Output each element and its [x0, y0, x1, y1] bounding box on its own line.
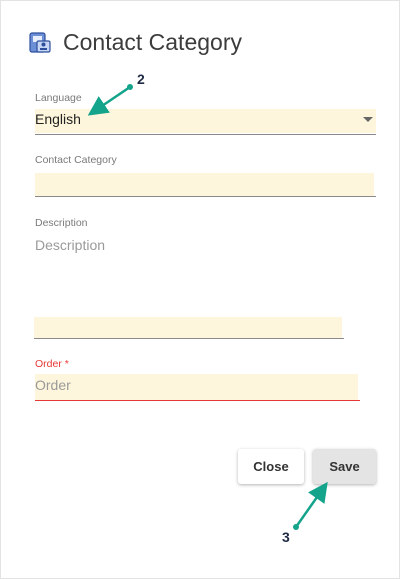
annotation-marker-3: 3 [282, 529, 290, 545]
contact-category-label: Contact Category [35, 154, 117, 166]
order-input[interactable] [35, 374, 358, 400]
language-underline [35, 134, 376, 135]
save-button[interactable]: Save [313, 449, 376, 484]
description-label: Description [35, 217, 88, 229]
order-label: Order * [35, 358, 69, 370]
dropdown-caret-icon[interactable] [363, 117, 373, 122]
contact-category-dialog: Contact Category Language English Contac… [0, 0, 400, 579]
close-button[interactable]: Close [238, 449, 304, 484]
dialog-title: Contact Category [63, 28, 242, 55]
contact-category-underline [35, 196, 376, 197]
description-textarea[interactable] [34, 317, 342, 338]
language-select[interactable] [35, 109, 376, 133]
order-underline [35, 400, 360, 401]
annotation-marker-2: 2 [137, 71, 145, 87]
contact-card-icon [27, 29, 53, 55]
contact-category-input[interactable] [35, 173, 374, 196]
description-placeholder[interactable]: Description [35, 237, 105, 253]
order-placeholder: Order [35, 377, 71, 393]
language-label: Language [35, 92, 82, 104]
language-value: English [35, 111, 81, 127]
dialog-header: Contact Category [27, 27, 242, 57]
description-underline [34, 338, 344, 339]
